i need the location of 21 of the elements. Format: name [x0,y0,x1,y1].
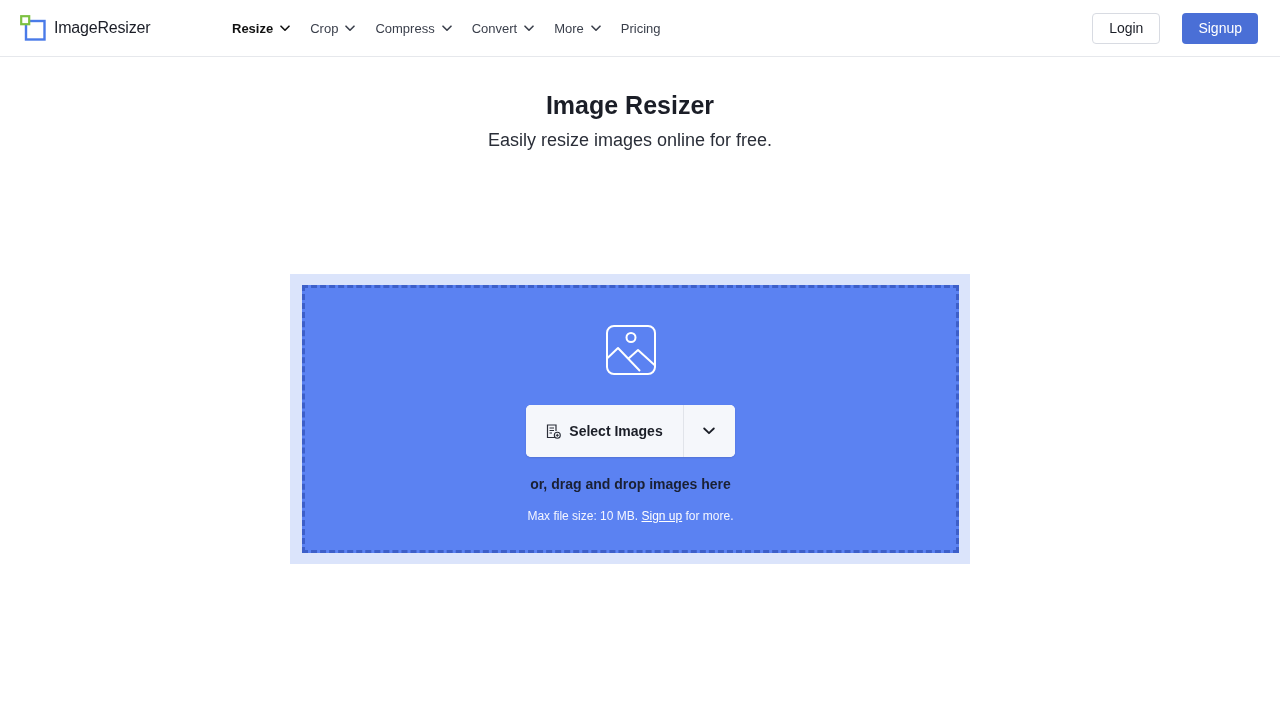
nav-link[interactable]: More [554,16,601,40]
signup-button[interactable]: Signup [1182,12,1258,44]
logo-icon [20,15,46,41]
dropdown-button[interactable] [683,405,735,457]
drop-hint: or, drag and drop images here [530,476,731,492]
nav-link[interactable]: Resize [232,16,291,40]
chevron-down-icon [703,427,716,435]
file-add-icon [546,423,562,439]
login-button[interactable]: Login [1092,12,1161,44]
nav-link[interactable]: Crop [310,16,356,40]
select-images-button[interactable]: Select Images [526,405,684,457]
drop-zone[interactable]: Select Images or, drag and drop images here Max file size: 10 MB. Sign up for more. [302,285,959,553]
page-subtitle: Easily resize images online for free. [487,129,773,152]
logo-text[interactable]: ImageResizer [54,19,151,37]
nav-link[interactable]: Compress [375,16,452,40]
page-title: Image Resizer [545,90,715,121]
signup-link[interactable]: Sign up [641,509,683,523]
nav-link[interactable]: Pricing [620,16,661,40]
nav-link[interactable]: Convert [471,16,535,40]
image-icon [605,325,656,375]
file-size-note: Max file size: 10 MB. Sign up for more. [527,509,734,523]
